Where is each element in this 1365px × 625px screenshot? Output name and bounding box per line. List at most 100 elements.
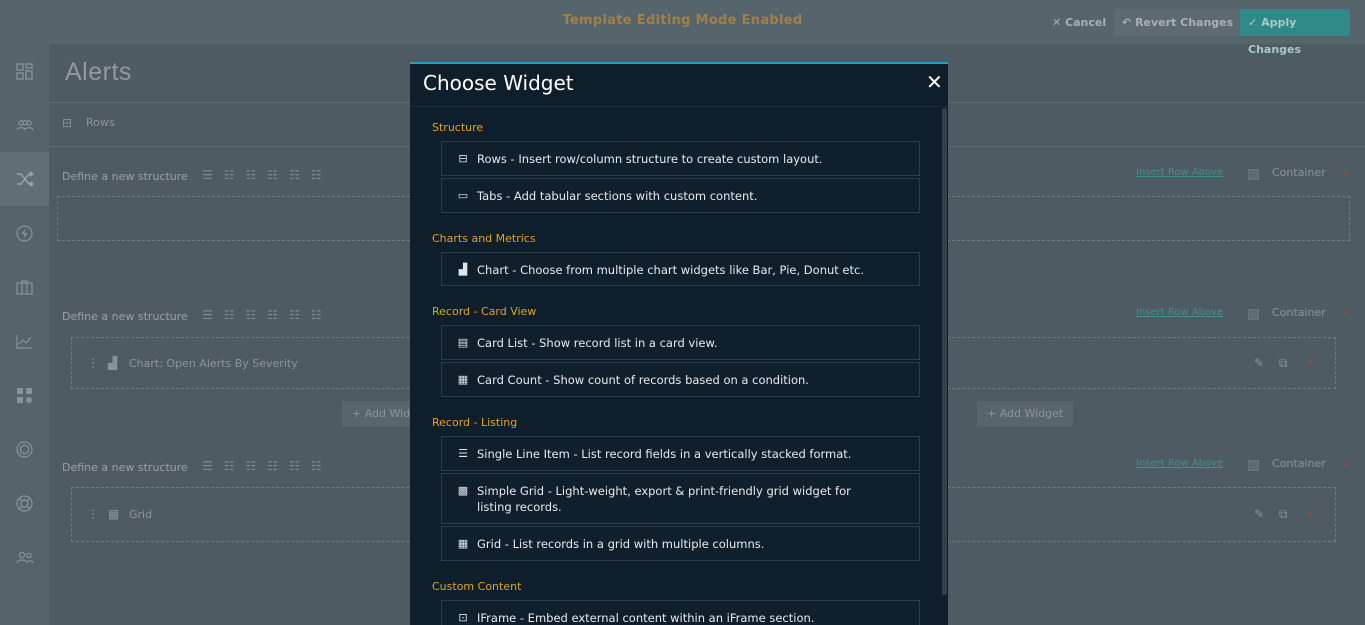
- container-checkbox[interactable]: [1248, 309, 1259, 320]
- widget-option-rows[interactable]: ⊟ Rows - Insert row/column structure to …: [441, 141, 920, 176]
- chart-icon: ▟: [108, 356, 118, 370]
- hexagon-icon[interactable]: [0, 422, 49, 476]
- revert-changes-button[interactable]: ↶ Revert Changes: [1114, 9, 1242, 36]
- grid-icon: ▦: [457, 537, 469, 550]
- single-line-icon: ☰: [458, 447, 468, 460]
- widget-option-simple-grid[interactable]: ▩ Simple Grid - Light-weight, export & p…: [441, 473, 920, 524]
- add-widget-button[interactable]: + Add Widget: [977, 401, 1074, 427]
- layout-icon[interactable]: ☷: [267, 308, 278, 322]
- layout-icon[interactable]: ☰: [202, 308, 213, 322]
- scrollbar[interactable]: [942, 108, 947, 595]
- copy-icon[interactable]: ⧉: [1279, 507, 1288, 522]
- card-count-icon: ▦: [457, 373, 469, 386]
- close-icon: ✕: [1052, 16, 1062, 29]
- delete-icon[interactable]: ✕: [1305, 507, 1315, 521]
- layout-icon[interactable]: ☷: [224, 168, 235, 182]
- users-icon[interactable]: [0, 530, 49, 584]
- drag-handle-icon[interactable]: ⋮: [87, 507, 99, 521]
- container-checkbox[interactable]: [1248, 169, 1259, 180]
- top-bar: Template Editing Mode Enabled ✕ Cancel ↶…: [0, 0, 1365, 56]
- container-label: Container: [1272, 457, 1326, 470]
- layout-icon[interactable]: ☷: [246, 459, 257, 473]
- widget-title: Grid: [129, 508, 153, 521]
- lifebuoy-icon[interactable]: [0, 476, 49, 530]
- grid-icon: ▦: [108, 507, 120, 521]
- page-title: Alerts: [65, 58, 132, 86]
- chart-icon: ▟: [458, 263, 468, 276]
- copy-icon[interactable]: ⧉: [1279, 356, 1288, 371]
- category-listing: Record - Listing: [432, 416, 518, 429]
- widget-option-single-line-item[interactable]: ☰ Single Line Item - List record fields …: [441, 436, 920, 471]
- widget-option-chart[interactable]: ▟ Chart - Choose from multiple chart wid…: [441, 252, 920, 286]
- category-custom-content: Custom Content: [432, 580, 522, 593]
- choose-widget-modal: Choose Widget ✕ Structure ⊟ Rows - Inser…: [410, 62, 948, 625]
- delete-row-icon[interactable]: ✕: [1341, 307, 1350, 320]
- iframe-icon: ⊡: [458, 611, 468, 624]
- plus-icon: +: [987, 407, 1000, 420]
- category-card-view: Record - Card View: [432, 305, 537, 318]
- widget-option-tabs[interactable]: ▭ Tabs - Add tabular sections with custo…: [441, 178, 920, 213]
- category-structure: Structure: [432, 121, 484, 134]
- layout-icon[interactable]: ☷: [311, 308, 322, 322]
- layout-icon[interactable]: ☷: [311, 168, 322, 182]
- column-layout-options[interactable]: ☰ ☷ ☷ ☷ ☷ ☷: [202, 459, 322, 473]
- layout-icon[interactable]: ☷: [289, 459, 300, 473]
- layout-icon[interactable]: ☷: [311, 459, 322, 473]
- drag-handle-icon[interactable]: ⋮: [87, 356, 99, 370]
- sidebar: [0, 44, 49, 625]
- modal-title: Choose Widget: [423, 71, 574, 95]
- check-icon: ✓: [1248, 16, 1258, 29]
- insert-row-above-link[interactable]: Insert Row Above: [1136, 167, 1223, 178]
- insert-row-above-link[interactable]: Insert Row Above: [1136, 307, 1223, 318]
- widget-option-iframe[interactable]: ⊡ IFrame - Embed external content within…: [441, 600, 920, 625]
- edit-icon[interactable]: ✎: [1254, 356, 1264, 370]
- layout-icon[interactable]: ☷: [289, 168, 300, 182]
- line-chart-icon[interactable]: [0, 314, 49, 368]
- category-charts-metrics: Charts and Metrics: [432, 232, 536, 245]
- widget-title: Chart: Open Alerts By Severity: [129, 357, 298, 370]
- edit-icon[interactable]: ✎: [1254, 507, 1264, 521]
- apps-icon[interactable]: [0, 368, 49, 422]
- rows-icon: ⊟: [458, 152, 468, 165]
- layout-icon[interactable]: ☷: [224, 459, 235, 473]
- layout-icon[interactable]: ☰: [202, 459, 213, 473]
- layout-icon[interactable]: ☷: [267, 168, 278, 182]
- modal-header: Choose Widget ✕: [410, 64, 948, 107]
- container-label: Container: [1272, 306, 1326, 319]
- briefcase-icon[interactable]: [0, 260, 49, 314]
- tabs-icon: ▭: [457, 189, 469, 202]
- plus-icon: +: [352, 407, 365, 420]
- lightning-icon[interactable]: [0, 206, 49, 260]
- layout-icon[interactable]: ☰: [202, 168, 213, 182]
- widget-option-card-count[interactable]: ▦ Card Count - Show count of records bas…: [441, 362, 920, 397]
- delete-icon[interactable]: ✕: [1305, 356, 1315, 370]
- layout-icon[interactable]: ☷: [246, 168, 257, 182]
- close-icon[interactable]: ✕: [926, 70, 943, 94]
- column-layout-options[interactable]: ☰ ☷ ☷ ☷ ☷ ☷: [202, 168, 322, 182]
- simple-grid-icon: ▩: [457, 484, 469, 497]
- team-icon[interactable]: [0, 98, 49, 152]
- layout-icon[interactable]: ☷: [224, 308, 235, 322]
- rows-tab[interactable]: Rows: [86, 116, 115, 129]
- delete-row-icon[interactable]: ✕: [1341, 167, 1350, 180]
- cancel-button[interactable]: ✕ Cancel: [1044, 9, 1114, 36]
- container-label: Container: [1272, 166, 1326, 179]
- layout-icon[interactable]: ☷: [246, 308, 257, 322]
- rows-icon: ⊟: [62, 116, 73, 130]
- insert-row-above-link[interactable]: Insert Row Above: [1136, 458, 1223, 469]
- layout-icon[interactable]: ☷: [267, 459, 278, 473]
- define-structure-label: Define a new structure: [62, 461, 188, 474]
- shuffle-icon[interactable]: [0, 152, 49, 206]
- column-layout-options[interactable]: ☰ ☷ ☷ ☷ ☷ ☷: [202, 308, 322, 322]
- define-structure-label: Define a new structure: [62, 170, 188, 183]
- widget-option-card-list[interactable]: ▤ Card List - Show record list in a card…: [441, 325, 920, 360]
- apply-changes-button[interactable]: ✓ Apply Changes: [1240, 9, 1350, 56]
- widget-option-grid[interactable]: ▦ Grid - List records in a grid with mul…: [441, 526, 920, 561]
- define-structure-label: Define a new structure: [62, 310, 188, 323]
- layout-icon[interactable]: ☷: [289, 308, 300, 322]
- dashboard-icon[interactable]: [0, 44, 49, 98]
- container-checkbox[interactable]: [1248, 460, 1259, 471]
- delete-row-icon[interactable]: ✕: [1341, 458, 1350, 471]
- add-widget-button[interactable]: + Add Wid: [342, 401, 421, 427]
- card-list-icon: ▤: [457, 336, 469, 349]
